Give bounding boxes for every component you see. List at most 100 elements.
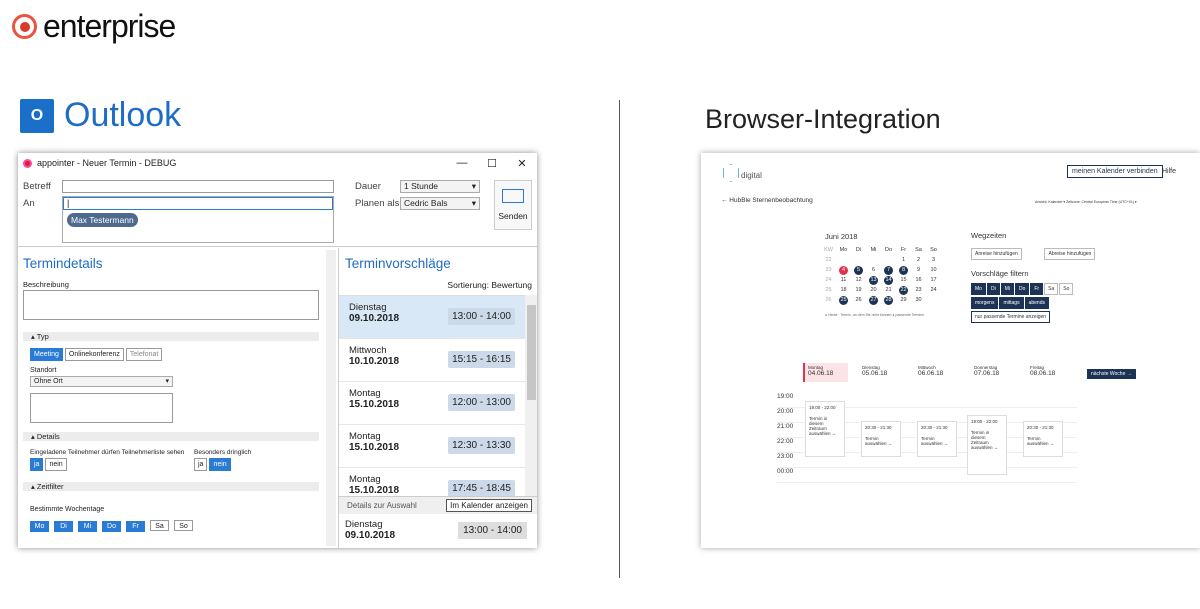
calendar-day[interactable]: 30 <box>911 295 926 305</box>
calendar-day[interactable]: 23 <box>911 285 926 295</box>
dringlich-ja-button[interactable]: ja <box>194 458 208 471</box>
calendar-day[interactable]: 20 <box>866 285 881 295</box>
calendar-day[interactable]: 7 <box>881 265 896 275</box>
help-link[interactable]: Hilfe <box>1162 168 1176 175</box>
betreff-input[interactable] <box>62 180 334 193</box>
next-week-button[interactable]: nächste Woche → <box>1087 369 1136 379</box>
calendar-day[interactable]: 25 <box>836 295 851 305</box>
week-day-header[interactable]: Montag 04.06.18 <box>803 363 848 382</box>
calendar-day[interactable]: 3 <box>926 255 941 265</box>
typ-section[interactable]: ▴ Typ <box>23 332 319 341</box>
sort-label[interactable]: Sortierung: Bewertung <box>447 280 532 290</box>
calendar-day[interactable]: 15 <box>896 275 911 285</box>
planen-select[interactable]: Cedric Bals <box>400 197 480 210</box>
recipient-chip[interactable]: Max Testermann <box>67 213 138 227</box>
filter-day-button[interactable]: Sa <box>1044 283 1059 295</box>
suggestion-item[interactable]: Montag 15.10.2018 12:00 - 13:00 <box>339 382 525 425</box>
time-slot[interactable]: 20:30 - 21:30 Termin auswählen → <box>861 421 901 457</box>
calendar-day[interactable]: 19 <box>851 285 866 295</box>
calendar-day[interactable]: 4 <box>836 265 851 275</box>
view-timezone-selects[interactable]: Ansicht: Kalender ▾ Zeitzone: Central Eu… <box>1035 200 1137 204</box>
calendar-day[interactable]: 26 <box>851 295 866 305</box>
filter-day-button[interactable]: Mo <box>971 283 986 295</box>
suggestions-scrollbar[interactable] <box>525 295 537 496</box>
teilnehmer-ja-button[interactable]: ja <box>30 458 44 471</box>
standort-select[interactable]: Ohne Ort <box>30 376 173 387</box>
connect-calendar-button[interactable]: meinen Kalender verbinden <box>1067 165 1163 178</box>
type-online-button[interactable]: Onlinekonferenz <box>64 348 124 361</box>
filter-day-button[interactable]: Do <box>1014 283 1030 295</box>
beschreibung-input[interactable] <box>23 290 319 320</box>
day-so-button[interactable]: So <box>174 520 193 531</box>
calendar-day[interactable]: 12 <box>851 275 866 285</box>
send-button[interactable]: Senden <box>494 180 532 230</box>
suggestion-item[interactable]: Montag 15.10.2018 17:45 - 18:45 <box>339 468 525 496</box>
details-section[interactable]: ▴ Details <box>23 432 319 441</box>
dringlich-nein-button[interactable]: nein <box>209 458 231 471</box>
show-in-calendar-button[interactable]: Im Kalender anzeigen <box>446 499 532 512</box>
calendar-day[interactable]: 14 <box>881 275 896 285</box>
an-field[interactable]: | Max Testermann <box>62 196 334 243</box>
dauer-select[interactable]: 1 Stunde <box>400 180 480 193</box>
week-day-header[interactable]: Donnerstag 07.06.18 <box>971 363 1016 382</box>
calendar-day[interactable]: 9 <box>911 265 926 275</box>
calendar-day[interactable]: 6 <box>866 265 881 275</box>
day-sa-button[interactable]: Sa <box>150 520 169 531</box>
back-link[interactable]: ← HubBle Sternenbeobachtung <box>721 197 813 204</box>
details-scrollbar[interactable] <box>326 250 336 546</box>
week-day-date: 07.06.18 <box>974 370 1000 377</box>
day-di-button[interactable]: Di <box>54 521 73 532</box>
calendar-day[interactable]: 29 <box>896 295 911 305</box>
time-slot[interactable]: 20:30 - 21:30 Termin auswählen → <box>917 421 957 457</box>
week-day-header[interactable]: Dienstag 05.06.18 <box>859 363 904 382</box>
zeitfilter-section[interactable]: ▴ Zeitfilter <box>23 482 319 491</box>
calendar-day[interactable]: 18 <box>836 285 851 295</box>
week-day-header[interactable]: Mittwoch 06.06.18 <box>915 363 960 382</box>
calendar-day[interactable]: 2 <box>911 255 926 265</box>
suggestion-item[interactable]: Montag 15.10.2018 12:30 - 13:30 <box>339 425 525 468</box>
day-fr-button[interactable]: Fr <box>126 521 145 532</box>
close-icon[interactable]: ✕ <box>507 157 537 170</box>
minimize-icon[interactable]: — <box>447 157 477 170</box>
filter-time-button[interactable]: mittags <box>999 297 1024 309</box>
filter-day-button[interactable]: Di <box>986 283 1000 295</box>
abreise-button[interactable]: Abreise hinzufügen <box>1044 248 1096 260</box>
calendar-day[interactable]: 10 <box>926 265 941 275</box>
calendar-day[interactable]: 17 <box>926 275 941 285</box>
time-slot[interactable]: 19:00 - 22:00 Termin in diesem Zeitraum a… <box>805 401 845 457</box>
calendar-day[interactable]: 1 <box>896 255 911 265</box>
day-do-button[interactable]: Do <box>102 521 121 532</box>
calendar-day[interactable]: 16 <box>911 275 926 285</box>
calendar-day[interactable]: 8 <box>896 265 911 275</box>
filter-time-button[interactable]: abends <box>1024 297 1049 309</box>
scrollbar-thumb[interactable] <box>527 305 536 400</box>
filter-day-button[interactable]: Mi <box>1000 283 1014 295</box>
calendar-day[interactable]: 28 <box>881 295 896 305</box>
calendar-day[interactable]: 11 <box>836 275 851 285</box>
only-matching-button[interactable]: nur passende Termine anzeigen <box>971 311 1051 323</box>
calendar-day[interactable]: 27 <box>866 295 881 305</box>
teilnehmer-nein-button[interactable]: nein <box>45 458 67 471</box>
suggestion-item[interactable]: Dienstag 09.10.2018 13:00 - 14:00 <box>339 296 525 339</box>
anreise-button[interactable]: Anreise hinzufügen <box>971 248 1022 260</box>
type-meeting-button[interactable]: Meeting <box>30 348 63 361</box>
suggestion-item[interactable]: Mittwoch 10.10.2018 15:15 - 16:15 <box>339 339 525 382</box>
calendar-day[interactable]: 5 <box>851 265 866 275</box>
maximize-icon[interactable]: ☐ <box>477 157 507 170</box>
filter-time-button[interactable]: morgens <box>971 297 999 309</box>
day-mo-button[interactable]: Mo <box>30 521 49 532</box>
type-phone-button[interactable]: Telefonat <box>125 348 163 361</box>
filter-day-button[interactable]: Fr <box>1030 283 1044 295</box>
time-slot[interactable]: 19:00 - 22:00 Termin in diesem Zeitraum a… <box>967 415 1007 475</box>
week-day-header[interactable]: Freitag 08.06.18 <box>1027 363 1072 382</box>
time-slot[interactable]: 20:30 - 21:30 Termin auswählen → <box>1023 421 1063 457</box>
filter-day-button[interactable]: So <box>1059 283 1074 295</box>
day-mi-button[interactable]: Mi <box>78 521 97 532</box>
calendar-day[interactable]: 13 <box>866 275 881 285</box>
calendar-day[interactable]: 21 <box>881 285 896 295</box>
calendar-day[interactable]: 22 <box>896 285 911 295</box>
calendar-day[interactable]: 24 <box>926 285 941 295</box>
slot-time: 20:30 - 21:30 <box>865 425 892 430</box>
month-label[interactable]: Juni 2018 <box>825 232 858 241</box>
standort-details-input[interactable] <box>30 393 173 423</box>
